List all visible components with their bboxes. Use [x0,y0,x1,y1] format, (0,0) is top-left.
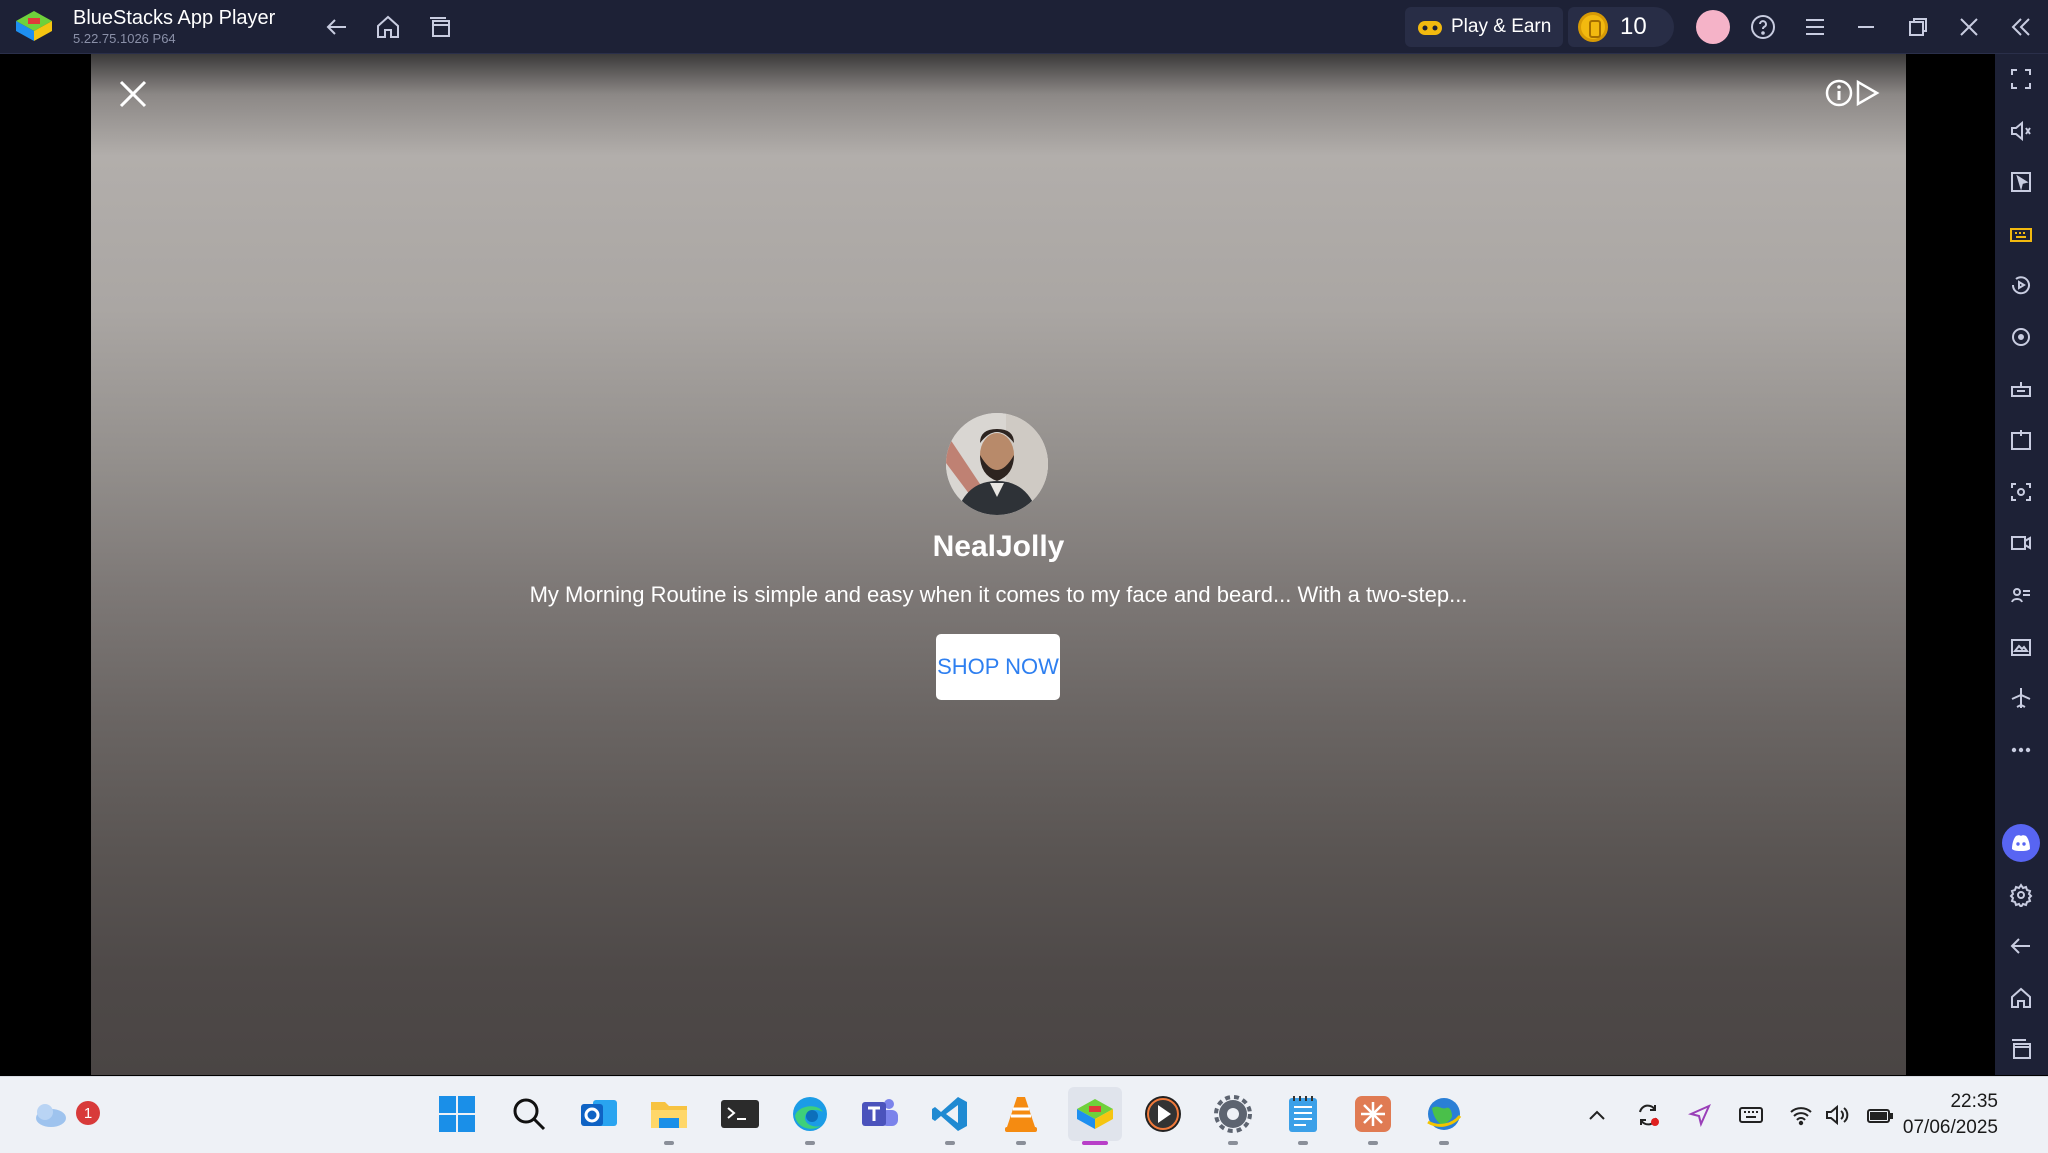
coin-count: 10 [1620,13,1647,40]
running-indicator [1228,1141,1238,1145]
running-indicator [1298,1141,1308,1145]
media-player-icon[interactable] [1140,1091,1186,1137]
battery-icon[interactable] [1866,1101,1894,1129]
running-indicator [664,1141,674,1145]
title-bar: BlueStacks App Player 5.22.75.1026 P64 P… [0,0,2048,54]
ad-info-icon[interactable] [1824,78,1854,108]
back-nav-icon[interactable] [2006,931,2036,961]
fullscreen-icon[interactable] [2006,64,2036,94]
restore-icon[interactable] [1901,10,1935,44]
settings-icon[interactable] [2006,880,2036,910]
terminal-icon[interactable] [717,1091,763,1137]
profile-name: NealJolly [932,530,1065,563]
app-version: 5.22.75.1026 P64 [73,31,176,46]
clock-time[interactable]: 22:35 [1950,1091,1998,1113]
ad-container: NealJolly My Morning Routine is simple a… [91,54,1906,1075]
running-indicator [1016,1141,1026,1145]
collapse-sidebar-icon[interactable] [2004,10,2038,44]
screenshot-icon[interactable] [2006,477,2036,507]
profile-avatar-icon[interactable] [1696,10,1730,44]
windows-taskbar: 1 22:35 07/06/2025 [0,1076,2048,1153]
profile-photo [946,413,1048,515]
coin-icon [1578,12,1608,42]
edge-browser-icon[interactable] [787,1091,833,1145]
apk-icon[interactable] [2006,425,2036,455]
location-icon[interactable] [1686,1101,1714,1129]
notepad-icon[interactable] [1280,1091,1326,1145]
close-ad-icon[interactable] [115,76,151,112]
media-folder-icon[interactable] [2006,632,2036,662]
outlook-icon[interactable] [576,1091,622,1137]
discord-icon[interactable] [2002,824,2040,862]
keyboard-icon[interactable] [2006,219,2036,249]
record-icon[interactable] [2006,528,2036,558]
ad-choices-icon[interactable] [1852,78,1882,108]
sync-icon[interactable] [1634,1101,1662,1129]
file-explorer-icon[interactable] [646,1091,692,1145]
wifi-icon[interactable] [1787,1101,1815,1129]
back-icon[interactable] [320,10,354,44]
vlc-icon[interactable] [998,1091,1044,1145]
recents-icon[interactable] [423,10,457,44]
claude-icon[interactable] [1350,1091,1396,1145]
vscode-icon[interactable] [927,1091,973,1145]
recents-nav-icon[interactable] [2006,1034,2036,1064]
right-sidebar [1995,54,2048,1075]
home-nav-icon[interactable] [2006,983,2036,1013]
search-icon[interactable] [506,1091,552,1137]
rotate-icon[interactable] [2006,322,2036,352]
more-icon[interactable] [2006,735,2036,765]
cursor-icon[interactable] [2006,167,2036,197]
volume-icon[interactable] [2006,116,2036,146]
ad-description: My Morning Routine is simple and easy wh… [529,582,1468,607]
robot-icon[interactable] [2006,374,2036,404]
eco-mode-icon[interactable] [2006,580,2036,610]
app-title: BlueStacks App Player [73,7,276,29]
weather-widget-icon[interactable]: 1 [28,1091,100,1137]
help-icon[interactable] [1746,10,1780,44]
bluestacks-logo-icon [16,11,52,41]
running-indicator [945,1141,955,1145]
earth-app-icon[interactable] [1421,1091,1467,1145]
menu-icon[interactable] [1798,10,1832,44]
teams-icon[interactable] [857,1091,903,1137]
airplane-mode-icon[interactable] [2006,683,2036,713]
settings-app-icon[interactable] [1210,1091,1256,1145]
clock-date[interactable]: 07/06/2025 [1903,1117,1998,1139]
notification-badge: 1 [76,1101,100,1125]
gamepad-icon [1418,21,1442,35]
coin-balance[interactable]: 10 [1568,7,1674,47]
play-earn-label: Play & Earn [1451,16,1552,37]
replay-icon[interactable] [2006,270,2036,300]
minimize-icon[interactable] [1849,10,1883,44]
chevron-up-icon[interactable] [1583,1101,1611,1129]
speaker-icon[interactable] [1823,1101,1851,1129]
home-icon[interactable] [371,10,405,44]
start-icon[interactable] [434,1091,480,1137]
keyboard-layout-icon[interactable] [1737,1101,1765,1129]
running-indicator [805,1141,815,1145]
shop-now-button[interactable]: SHOP NOW [936,634,1060,700]
play-earn-button[interactable]: Play & Earn [1405,7,1563,47]
close-window-icon[interactable] [1952,10,1986,44]
bluestacks-taskbar-icon[interactable] [1068,1087,1122,1145]
running-indicator [1439,1141,1449,1145]
running-indicator [1368,1141,1378,1145]
active-indicator [1082,1141,1108,1145]
